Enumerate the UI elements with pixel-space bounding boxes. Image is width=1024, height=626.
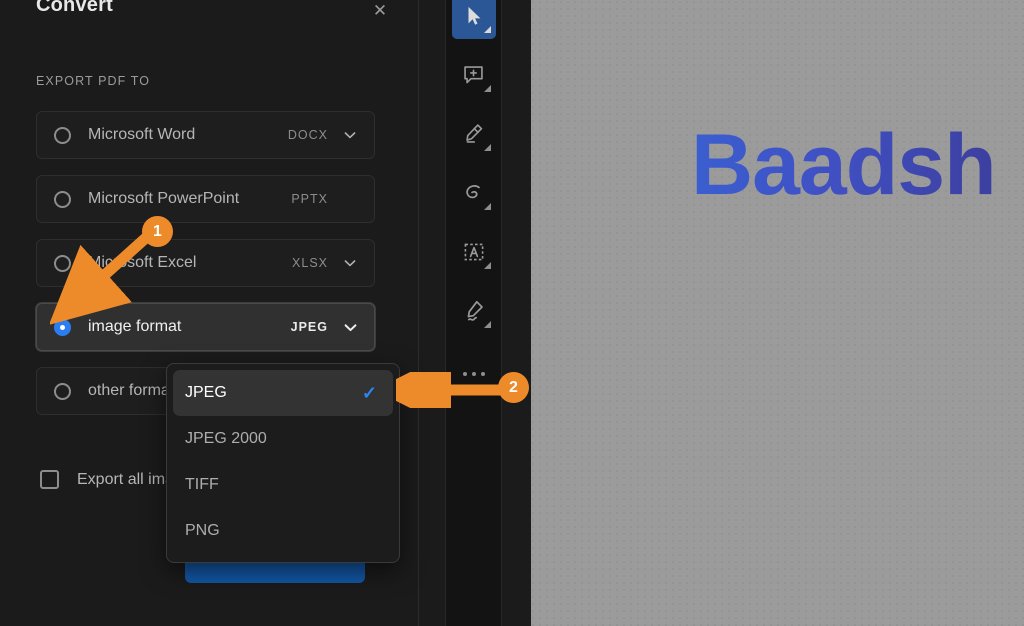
more-dot-icon	[471, 372, 476, 376]
radio-icon[interactable]	[54, 190, 71, 208]
radio-icon[interactable]	[54, 254, 71, 272]
callout-badge-2: 2	[498, 372, 529, 403]
dropdown-item-label: TIFF	[185, 476, 219, 493]
dropdown-item-label: PNG	[185, 522, 220, 539]
close-icon[interactable]: ✕	[369, 0, 391, 22]
dropdown-item-jpeg[interactable]: JPEG ✓	[173, 370, 393, 416]
document-headline: Baadsh	[691, 117, 997, 213]
format-label: Microsoft Excel	[88, 254, 197, 271]
tool-expand-corner-icon	[483, 85, 491, 92]
tool-expand-corner-icon	[483, 321, 491, 328]
more-dot-icon	[480, 372, 485, 376]
format-extension: PPTX	[291, 192, 328, 206]
select-tool[interactable]	[451, 0, 496, 39]
section-label: EXPORT PDF TO	[36, 74, 151, 88]
chevron-down-icon[interactable]	[342, 319, 358, 335]
dropdown-item-label: JPEG	[185, 384, 227, 401]
checkbox-icon[interactable]	[40, 470, 59, 489]
format-extension: XLSX	[292, 256, 328, 270]
chevron-down-icon[interactable]	[342, 255, 358, 271]
format-label: Microsoft Word	[88, 126, 196, 143]
format-label: image format	[88, 318, 182, 335]
tool-expand-corner-icon	[483, 144, 491, 151]
document-canvas: Baadsh	[531, 0, 1024, 626]
check-icon: ✓	[361, 383, 377, 403]
annotation-toolbar	[445, 0, 502, 626]
tool-expand-corner-icon	[483, 26, 491, 33]
radio-icon[interactable]	[54, 382, 71, 400]
more-tools-button[interactable]	[452, 354, 496, 394]
more-dot-icon	[462, 372, 467, 376]
format-option-image[interactable]: image format JPEG	[36, 303, 375, 351]
format-option-powerpoint[interactable]: Microsoft PowerPoint PPTX	[36, 175, 375, 223]
dropdown-item-png[interactable]: PNG	[167, 508, 399, 554]
image-format-dropdown-menu: JPEG ✓ JPEG 2000 TIFF PNG	[166, 363, 400, 563]
tool-expand-corner-icon	[483, 203, 491, 210]
sign-tool[interactable]	[452, 287, 496, 334]
draw-tool[interactable]	[452, 169, 496, 216]
format-option-word[interactable]: Microsoft Word DOCX	[36, 111, 375, 159]
highlight-tool[interactable]	[452, 110, 496, 157]
dropdown-item-jpeg-2000[interactable]: JPEG 2000	[167, 416, 399, 462]
format-extension: JPEG	[290, 320, 328, 334]
format-option-excel[interactable]: Microsoft Excel XLSX	[36, 239, 375, 287]
app-root: Baadsh Convert ✕ EXPORT PDF TO Microsoft…	[0, 0, 1024, 626]
dropdown-item-label: JPEG 2000	[185, 430, 267, 447]
dropdown-item-tiff[interactable]: TIFF	[167, 462, 399, 508]
toolbar-strip	[419, 0, 531, 626]
chevron-down-icon[interactable]	[342, 127, 358, 143]
format-extension: DOCX	[287, 128, 328, 142]
page-title: Convert	[36, 0, 113, 16]
radio-icon[interactable]	[54, 318, 71, 336]
tool-expand-corner-icon	[483, 262, 491, 269]
radio-icon[interactable]	[54, 126, 71, 144]
text-box-tool[interactable]	[452, 228, 496, 275]
comment-tool[interactable]	[452, 51, 496, 98]
callout-badge-1: 1	[142, 216, 173, 247]
chevron-placeholder	[342, 191, 358, 207]
format-label: Microsoft PowerPoint	[88, 190, 240, 207]
